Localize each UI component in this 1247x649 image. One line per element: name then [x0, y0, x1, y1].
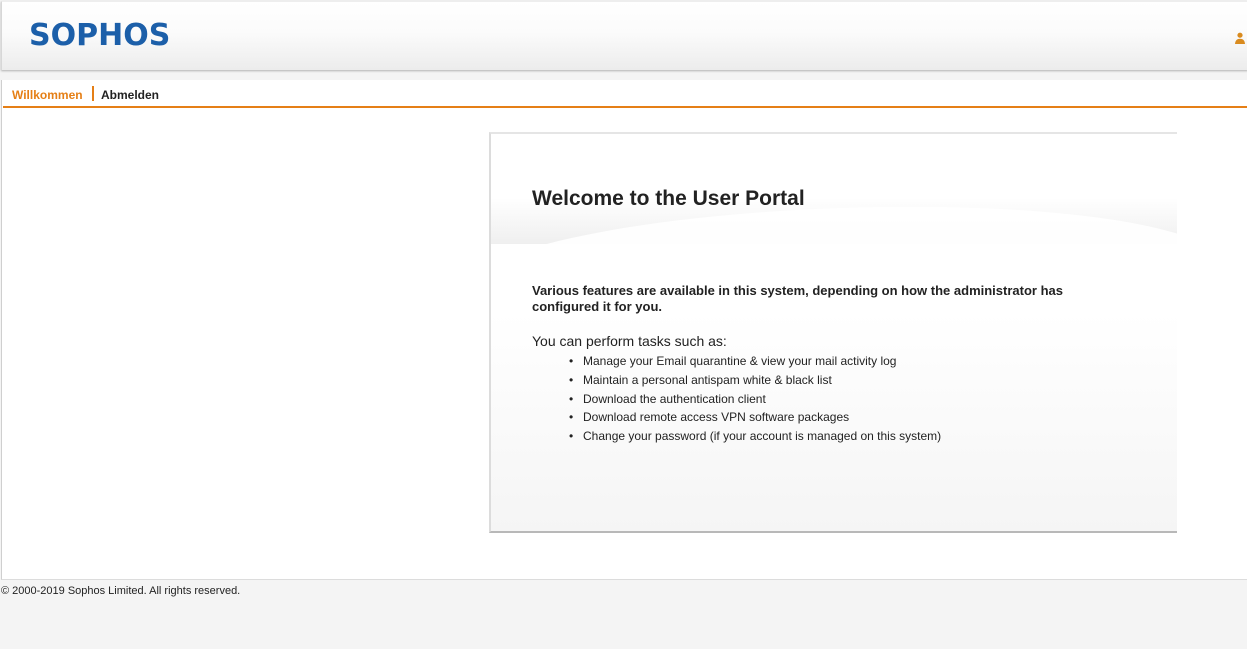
task-text: Change your password (if your account is…: [583, 429, 942, 444]
bullet-icon: •: [569, 391, 574, 406]
task-text: Manage your Email quarantine & view your…: [583, 354, 897, 368]
app-header: SOPHOS: [1, 1, 1247, 70]
user-portal-page: SOPHOS Willkommen Abmelden Welcome to th…: [0, 0, 1247, 649]
task-text: Download the authentication client: [583, 391, 766, 406]
task-text: Download remote access VPN software pack…: [583, 410, 850, 425]
task-item: • Change your password (if your account …: [566, 427, 941, 446]
bullet-icon: •: [569, 429, 574, 444]
main-content: Willkommen Abmelden Welcome to the User …: [1, 80, 1247, 580]
copyright-footer: © 2000-2019 Sophos Limited. All rights r…: [1, 585, 241, 597]
task-item: • Download remote access VPN software pa…: [566, 408, 941, 427]
welcome-title: Welcome to the User Portal: [532, 186, 805, 212]
bullet-icon: •: [569, 354, 574, 368]
welcome-title-emphasis: User Portal: [692, 187, 805, 211]
task-text: Maintain a personal antispam white & bla…: [583, 372, 832, 387]
top-navigation: Willkommen Abmelden: [3, 80, 1247, 108]
bullet-icon: •: [569, 410, 574, 425]
task-item: • Download the authentication client: [566, 390, 941, 409]
task-item: • Maintain a personal antispam white & b…: [566, 371, 941, 390]
welcome-title-prefix: Welcome to the: [532, 187, 693, 211]
welcome-panel: Welcome to the User Portal Various featu…: [489, 132, 1177, 533]
nav-item-welcome[interactable]: Willkommen: [12, 88, 83, 102]
sophos-logo: SOPHOS: [29, 18, 171, 53]
feature-availability-note: Various features are available in this s…: [532, 283, 1063, 314]
bullet-icon: •: [569, 372, 574, 387]
navigation-divider: [92, 86, 94, 101]
task-item: • Manage your Email quarantine & view yo…: [566, 352, 941, 371]
user-icon[interactable]: [1234, 32, 1246, 44]
task-list: • Manage your Email quarantine & view yo…: [566, 352, 941, 446]
tasks-introduction: You can perform tasks such as:: [532, 333, 727, 349]
nav-item-logout[interactable]: Abmelden: [101, 88, 159, 102]
